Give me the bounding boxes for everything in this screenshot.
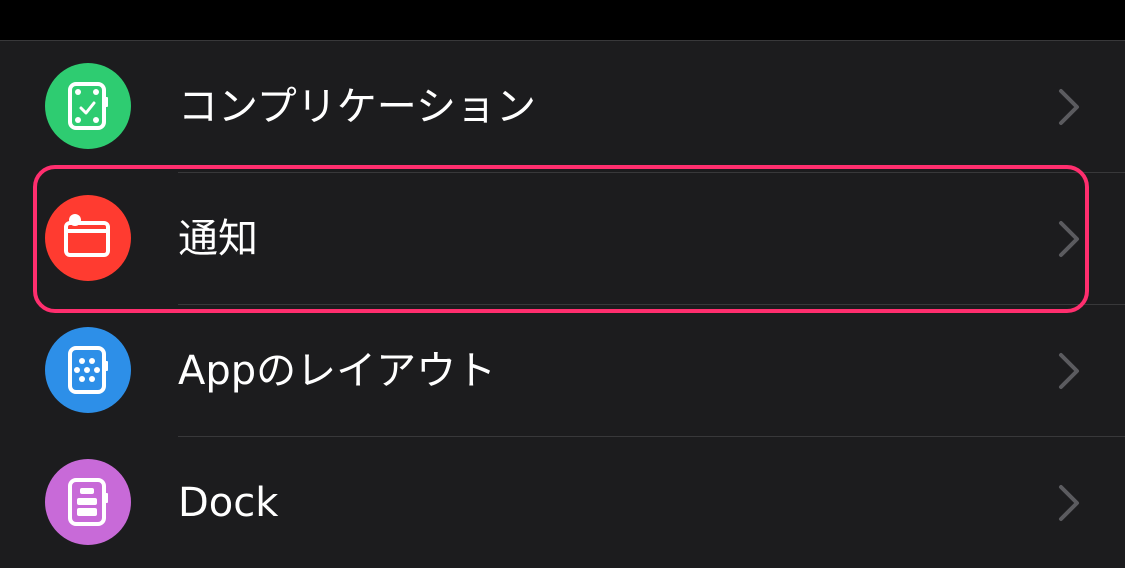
settings-list: コンプリケーション 通知 Appのレイアウト Dock [0,41,1125,568]
app-layout-icon [45,327,131,413]
complications-icon [45,63,131,149]
chevron-right-icon [1059,485,1079,521]
notifications-icon [45,195,131,281]
row-complications[interactable]: コンプリケーション [0,41,1125,173]
chevron-right-icon [1059,353,1079,389]
chevron-right-icon [1059,89,1079,125]
row-label: Appのレイアウト [178,348,497,394]
row-label: Dock [178,480,279,526]
chevron-right-icon [1059,221,1079,257]
dock-icon [45,459,131,545]
row-dock[interactable]: Dock [0,437,1125,568]
settings-page: コンプリケーション 通知 Appのレイアウト Dock [0,0,1125,568]
top-area [0,0,1125,40]
row-notifications[interactable]: 通知 [0,173,1125,305]
row-label: 通知 [178,216,258,262]
row-app-layout[interactable]: Appのレイアウト [0,305,1125,437]
row-label: コンプリケーション [178,84,536,130]
